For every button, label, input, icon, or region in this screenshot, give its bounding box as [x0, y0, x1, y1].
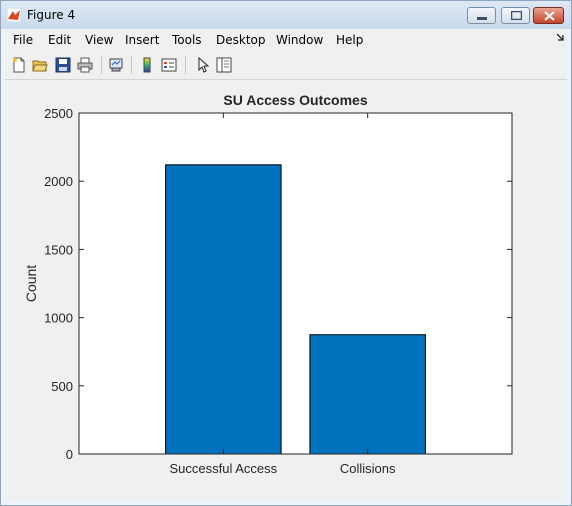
bar-successful-access[interactable] — [165, 164, 282, 455]
minimize-icon — [477, 17, 487, 20]
toolbar-separator — [131, 56, 132, 74]
bar-chart[interactable]: 0 500 1000 1500 2000 2500 Successful Access Col… — [5, 80, 567, 500]
toolbar-separator — [185, 56, 186, 74]
menu-edit[interactable]: Edit — [48, 33, 71, 47]
y-tick-label: 500 — [51, 379, 73, 394]
minimize-button[interactable] — [467, 7, 496, 24]
menu-window[interactable]: Window — [276, 33, 323, 47]
print-icon[interactable] — [77, 57, 93, 73]
window-title: Figure 4 — [27, 8, 76, 22]
figure-toolbar — [5, 51, 567, 80]
menu-bar: File Edit View Insert Tools Desktop Wind… — [5, 29, 567, 51]
toolbar-separator — [101, 56, 102, 74]
chart-title: SU Access Outcomes — [223, 92, 367, 108]
menu-insert[interactable]: Insert — [125, 33, 159, 47]
close-button[interactable] — [533, 7, 564, 24]
new-figure-icon[interactable] — [11, 57, 27, 73]
select-arrow-icon[interactable] — [195, 57, 211, 73]
x-tick-label: Successful Access — [170, 461, 278, 476]
colorbar-icon[interactable] — [139, 57, 155, 73]
maximize-icon — [511, 11, 522, 20]
figure-window: Figure 4 File Edit View Insert Tools Des… — [0, 0, 572, 506]
bar-collisions[interactable] — [309, 334, 426, 455]
plot-area[interactable] — [79, 113, 512, 454]
y-tick-label: 1500 — [44, 242, 73, 257]
title-bar[interactable]: Figure 4 — [1, 1, 571, 29]
menu-desktop[interactable]: Desktop — [216, 33, 266, 47]
menu-view[interactable]: View — [85, 33, 113, 47]
legend-icon[interactable] — [161, 57, 177, 73]
menu-help[interactable]: Help — [336, 33, 363, 47]
x-tick-label: Collisions — [340, 461, 396, 476]
close-icon — [544, 11, 555, 21]
property-inspector-icon[interactable] — [216, 57, 232, 73]
open-file-icon[interactable] — [32, 57, 48, 73]
maximize-button[interactable] — [501, 7, 530, 24]
y-tick-label: 2500 — [44, 106, 73, 121]
figure-canvas: 0 500 1000 1500 2000 2500 Successful Access Col… — [5, 80, 567, 500]
y-tick-label: 0 — [66, 447, 73, 462]
menu-tools[interactable]: Tools — [172, 33, 202, 47]
y-axis-label: Count — [23, 265, 39, 302]
y-tick-label: 1000 — [44, 311, 73, 326]
link-plot-icon[interactable] — [108, 57, 124, 73]
save-icon[interactable] — [55, 57, 71, 73]
menu-file[interactable]: File — [13, 33, 33, 47]
matlab-app-icon — [7, 8, 21, 22]
dock-arrow-icon[interactable] — [555, 32, 565, 44]
y-tick-label: 2000 — [44, 174, 73, 189]
